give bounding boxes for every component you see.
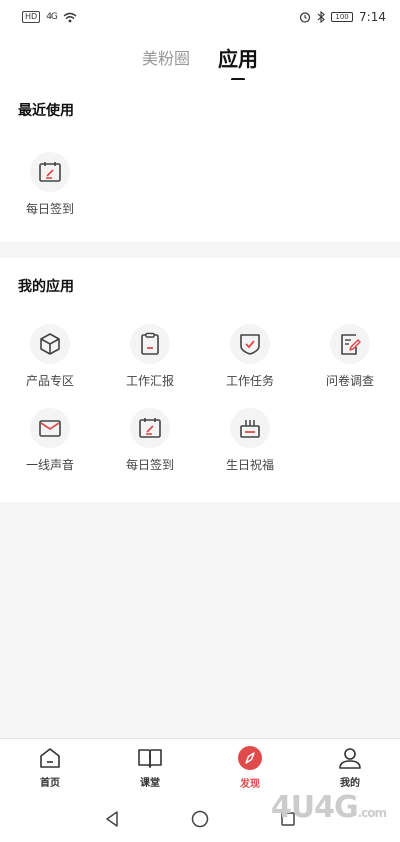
app-birthday-wishes[interactable]: 生日祝福	[200, 408, 300, 473]
bluetooth-icon	[317, 11, 325, 23]
app-daily-checkin-recent[interactable]: 每日签到	[0, 152, 100, 217]
recent-section: 最近使用 每日签到	[0, 80, 400, 242]
clipboard-icon	[141, 332, 159, 355]
back-icon[interactable]	[103, 810, 121, 828]
app-work-report[interactable]: 工作汇报	[100, 324, 200, 389]
nav-classroom[interactable]: 课堂	[100, 739, 200, 796]
app-frontline-voice[interactable]: 一线声音	[0, 408, 100, 473]
app-label: 一线声音	[25, 458, 74, 472]
wifi-icon	[63, 12, 77, 22]
nav-home[interactable]: 首页	[0, 739, 100, 796]
app-label: 产品专区	[25, 374, 74, 388]
home-circle-icon[interactable]	[191, 810, 209, 828]
app-label: 每日签到	[25, 202, 74, 216]
survey-edit-icon	[341, 334, 361, 355]
app-survey[interactable]: 问卷调查	[300, 324, 400, 389]
alarm-icon	[299, 12, 311, 23]
watermark-logo: 4U4G.com	[270, 790, 387, 825]
status-bar: HD 4G 100 7:14	[0, 0, 400, 34]
nav-label: 我的	[340, 778, 360, 789]
mail-icon	[39, 420, 61, 437]
nav-label: 课堂	[140, 778, 160, 789]
app-work-tasks[interactable]: 工作任务	[200, 324, 300, 389]
app-label: 问卷调查	[325, 374, 374, 388]
my-apps-section: 我的应用 产品专区 工作汇报 工作任务 问卷调查 一线声音 每日签到 生日祝福	[0, 258, 400, 502]
nav-label: 发现	[240, 779, 260, 790]
cake-icon	[240, 420, 260, 438]
nav-mine[interactable]: 我的	[300, 739, 400, 796]
empty-area	[0, 502, 400, 738]
calendar-check-icon	[39, 162, 61, 182]
nav-discover[interactable]: 发现	[200, 739, 300, 796]
section-title-my-apps: 我的应用	[18, 279, 74, 295]
bottom-nav: 首页 课堂 发现 我的	[0, 738, 400, 796]
section-title-recent: 最近使用	[18, 103, 74, 119]
clock-time: 7:14	[359, 10, 386, 24]
hd-badge: HD	[22, 11, 41, 23]
app-label: 每日签到	[125, 458, 174, 472]
compass-icon	[238, 746, 262, 770]
shield-check-icon	[240, 334, 260, 355]
app-daily-checkin[interactable]: 每日签到	[100, 408, 200, 473]
app-product-zone[interactable]: 产品专区	[0, 324, 100, 389]
app-label: 工作任务	[225, 374, 274, 388]
cube-icon	[40, 333, 60, 355]
tab-meifenquan[interactable]: 美粉圈	[142, 45, 190, 69]
tab-apps[interactable]: 应用	[218, 43, 258, 72]
calendar-check-icon	[139, 418, 161, 438]
user-icon	[339, 748, 361, 769]
top-tabs: 美粉圈 应用	[0, 34, 400, 80]
battery-icon: 100	[331, 12, 354, 22]
nav-label: 首页	[40, 778, 60, 789]
signal-icon: 4G	[46, 12, 58, 22]
book-icon	[138, 749, 162, 768]
app-label: 工作汇报	[125, 374, 174, 388]
app-label: 生日祝福	[225, 458, 274, 472]
home-icon	[40, 748, 60, 768]
